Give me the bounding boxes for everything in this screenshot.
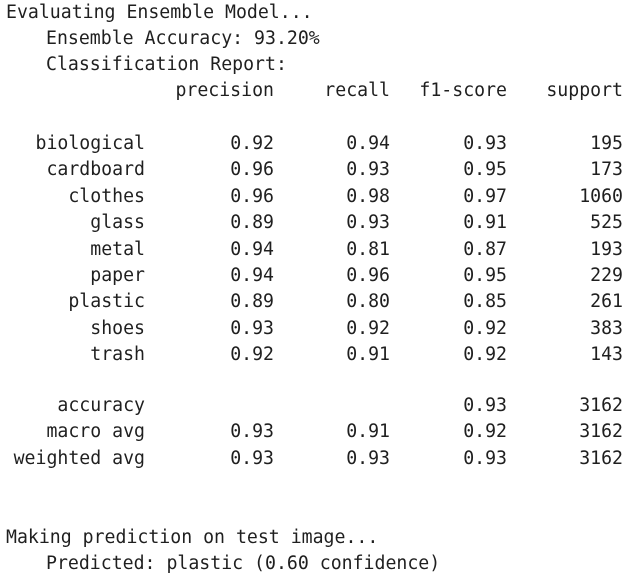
row-support: 229: [590, 265, 623, 286]
report-title: Classification Report:: [46, 54, 287, 75]
row-support: 143: [590, 344, 623, 365]
row-support: 173: [590, 159, 623, 180]
prediction-result: Predicted: plastic (0.60 confidence): [46, 553, 441, 574]
row-support: 195: [590, 133, 623, 154]
header-support: support: [546, 80, 623, 101]
row-support: 525: [590, 212, 623, 233]
summary-row-support: 3162: [579, 448, 623, 469]
ensemble-accuracy: Ensemble Accuracy: 93.20%: [46, 28, 320, 49]
prediction-header: Making prediction on test image...: [6, 527, 379, 548]
row-support: 383: [590, 318, 623, 339]
summary-row-support: 3162: [579, 421, 623, 442]
console-output: Evaluating Ensemble Model... Ensemble Ac…: [0, 0, 633, 579]
row-support: 1060: [579, 186, 623, 207]
row-support: 193: [590, 239, 623, 260]
row-support: 261: [590, 291, 623, 312]
evaluating-message: Evaluating Ensemble Model...: [6, 2, 313, 23]
summary-row-support: 3162: [579, 395, 623, 416]
